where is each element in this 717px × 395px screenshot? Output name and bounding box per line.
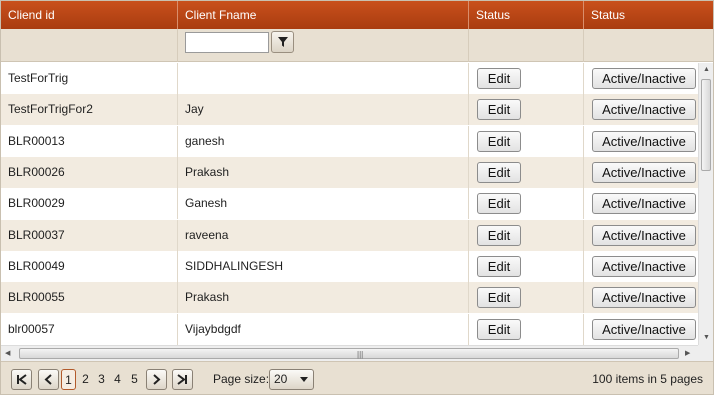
page-3[interactable]: 3 — [94, 369, 109, 390]
table-row: BLR00026 Prakash Edit Active/Inactive — [1, 157, 698, 188]
column-header-status-edit[interactable]: Status — [469, 1, 584, 29]
last-page-icon — [177, 374, 187, 385]
fname-filter-input[interactable] — [185, 32, 269, 53]
active-inactive-button[interactable]: Active/Inactive — [592, 287, 696, 308]
prev-page-button[interactable] — [38, 369, 59, 390]
edit-button[interactable]: Edit — [477, 193, 521, 214]
pager-info: 100 items in 5 pages — [592, 372, 703, 386]
filter-funnel-icon — [277, 37, 288, 47]
active-inactive-button[interactable]: Active/Inactive — [592, 162, 696, 183]
next-page-button[interactable] — [146, 369, 167, 390]
page-size-select[interactable]: 20 — [269, 369, 314, 390]
client-fname-cell: Jay — [178, 94, 469, 125]
table-row: BLR00049 SIDDHALINGESH Edit Active/Inact… — [1, 251, 698, 282]
filter-cell-status-edit — [469, 29, 584, 62]
client-fname-cell: raveena — [178, 220, 469, 251]
client-id-cell: blr00057 — [1, 314, 178, 345]
page-size-value: 20 — [274, 372, 288, 386]
table-row: TestForTrigFor2 Jay Edit Active/Inactive — [1, 94, 698, 125]
table-row: blr00057 Vijaybdgdf Edit Active/Inactive — [1, 314, 698, 345]
edit-button[interactable]: Edit — [477, 68, 521, 89]
chevron-down-icon — [300, 377, 308, 382]
table-row: BLR00055 Prakash Edit Active/Inactive — [1, 282, 698, 313]
client-id-cell: BLR00055 — [1, 282, 178, 313]
client-fname-cell: SIDDHALINGESH — [178, 251, 469, 282]
client-id-cell: BLR00037 — [1, 220, 178, 251]
page-size-label: Page size: — [213, 372, 270, 386]
column-header-client-id[interactable]: Cliend id — [1, 1, 178, 29]
first-page-button[interactable] — [11, 369, 32, 390]
client-fname-cell: Prakash — [178, 157, 469, 188]
grid-header: Cliend id Client Fname Status Status — [1, 1, 713, 29]
active-inactive-button[interactable]: Active/Inactive — [592, 319, 696, 340]
last-page-button[interactable] — [172, 369, 193, 390]
client-fname-cell: ganesh — [178, 126, 469, 157]
grid-body: TestForTrig Edit Active/Inactive TestFor… — [1, 63, 698, 345]
filter-button[interactable] — [271, 31, 294, 53]
page-5[interactable]: 5 — [127, 369, 142, 390]
client-fname-cell — [178, 63, 469, 94]
pager: 1 2 3 4 5 Page size: 20 100 items in 5 p… — [1, 361, 713, 394]
horizontal-scrollbar[interactable]: ◀ ||| ▶ — [1, 345, 698, 361]
client-id-cell: TestForTrig — [1, 63, 178, 94]
active-inactive-button[interactable]: Active/Inactive — [592, 225, 696, 246]
active-inactive-button[interactable]: Active/Inactive — [592, 68, 696, 89]
table-row: TestForTrig Edit Active/Inactive — [1, 63, 698, 94]
next-page-icon — [153, 374, 161, 385]
scroll-down-icon[interactable]: ▼ — [703, 334, 710, 342]
edit-button[interactable]: Edit — [477, 225, 521, 246]
column-header-status[interactable]: Status — [584, 1, 713, 29]
first-page-icon — [17, 374, 27, 385]
horizontal-scroll-thumb[interactable]: ||| — [19, 348, 679, 359]
prev-page-icon — [44, 374, 52, 385]
client-grid: Cliend id Client Fname Status Status Tes… — [0, 0, 714, 395]
client-id-cell: BLR00049 — [1, 251, 178, 282]
client-fname-cell: Ganesh — [178, 188, 469, 219]
scroll-corner — [698, 345, 713, 361]
active-inactive-button[interactable]: Active/Inactive — [592, 99, 696, 120]
active-inactive-button[interactable]: Active/Inactive — [592, 256, 696, 277]
edit-button[interactable]: Edit — [477, 256, 521, 277]
client-id-cell: TestForTrigFor2 — [1, 94, 178, 125]
column-header-client-fname[interactable]: Client Fname — [178, 1, 469, 29]
edit-button[interactable]: Edit — [477, 319, 521, 340]
client-fname-cell: Prakash — [178, 282, 469, 313]
scroll-up-icon[interactable]: ▲ — [703, 66, 710, 74]
vertical-scroll-thumb[interactable] — [701, 79, 711, 171]
client-fname-cell: Vijaybdgdf — [178, 314, 469, 345]
edit-button[interactable]: Edit — [477, 287, 521, 308]
table-row: BLR00037 raveena Edit Active/Inactive — [1, 220, 698, 251]
active-inactive-button[interactable]: Active/Inactive — [592, 131, 696, 152]
vertical-scrollbar[interactable]: ▲ ▼ — [698, 63, 713, 345]
table-row: BLR00029 Ganesh Edit Active/Inactive — [1, 188, 698, 219]
client-id-cell: BLR00013 — [1, 126, 178, 157]
table-row: BLR00013 ganesh Edit Active/Inactive — [1, 126, 698, 157]
page-2[interactable]: 2 — [78, 369, 93, 390]
scroll-right-icon[interactable]: ▶ — [685, 350, 690, 358]
filter-row — [1, 29, 713, 62]
page-1[interactable]: 1 — [61, 369, 76, 390]
edit-button[interactable]: Edit — [477, 131, 521, 152]
grip-icon: ||| — [357, 350, 364, 359]
page-4[interactable]: 4 — [110, 369, 125, 390]
edit-button[interactable]: Edit — [477, 162, 521, 183]
filter-cell-client-id — [1, 29, 178, 62]
client-id-cell: BLR00026 — [1, 157, 178, 188]
scroll-left-icon[interactable]: ◀ — [5, 350, 10, 358]
client-id-cell: BLR00029 — [1, 188, 178, 219]
edit-button[interactable]: Edit — [477, 99, 521, 120]
active-inactive-button[interactable]: Active/Inactive — [592, 193, 696, 214]
